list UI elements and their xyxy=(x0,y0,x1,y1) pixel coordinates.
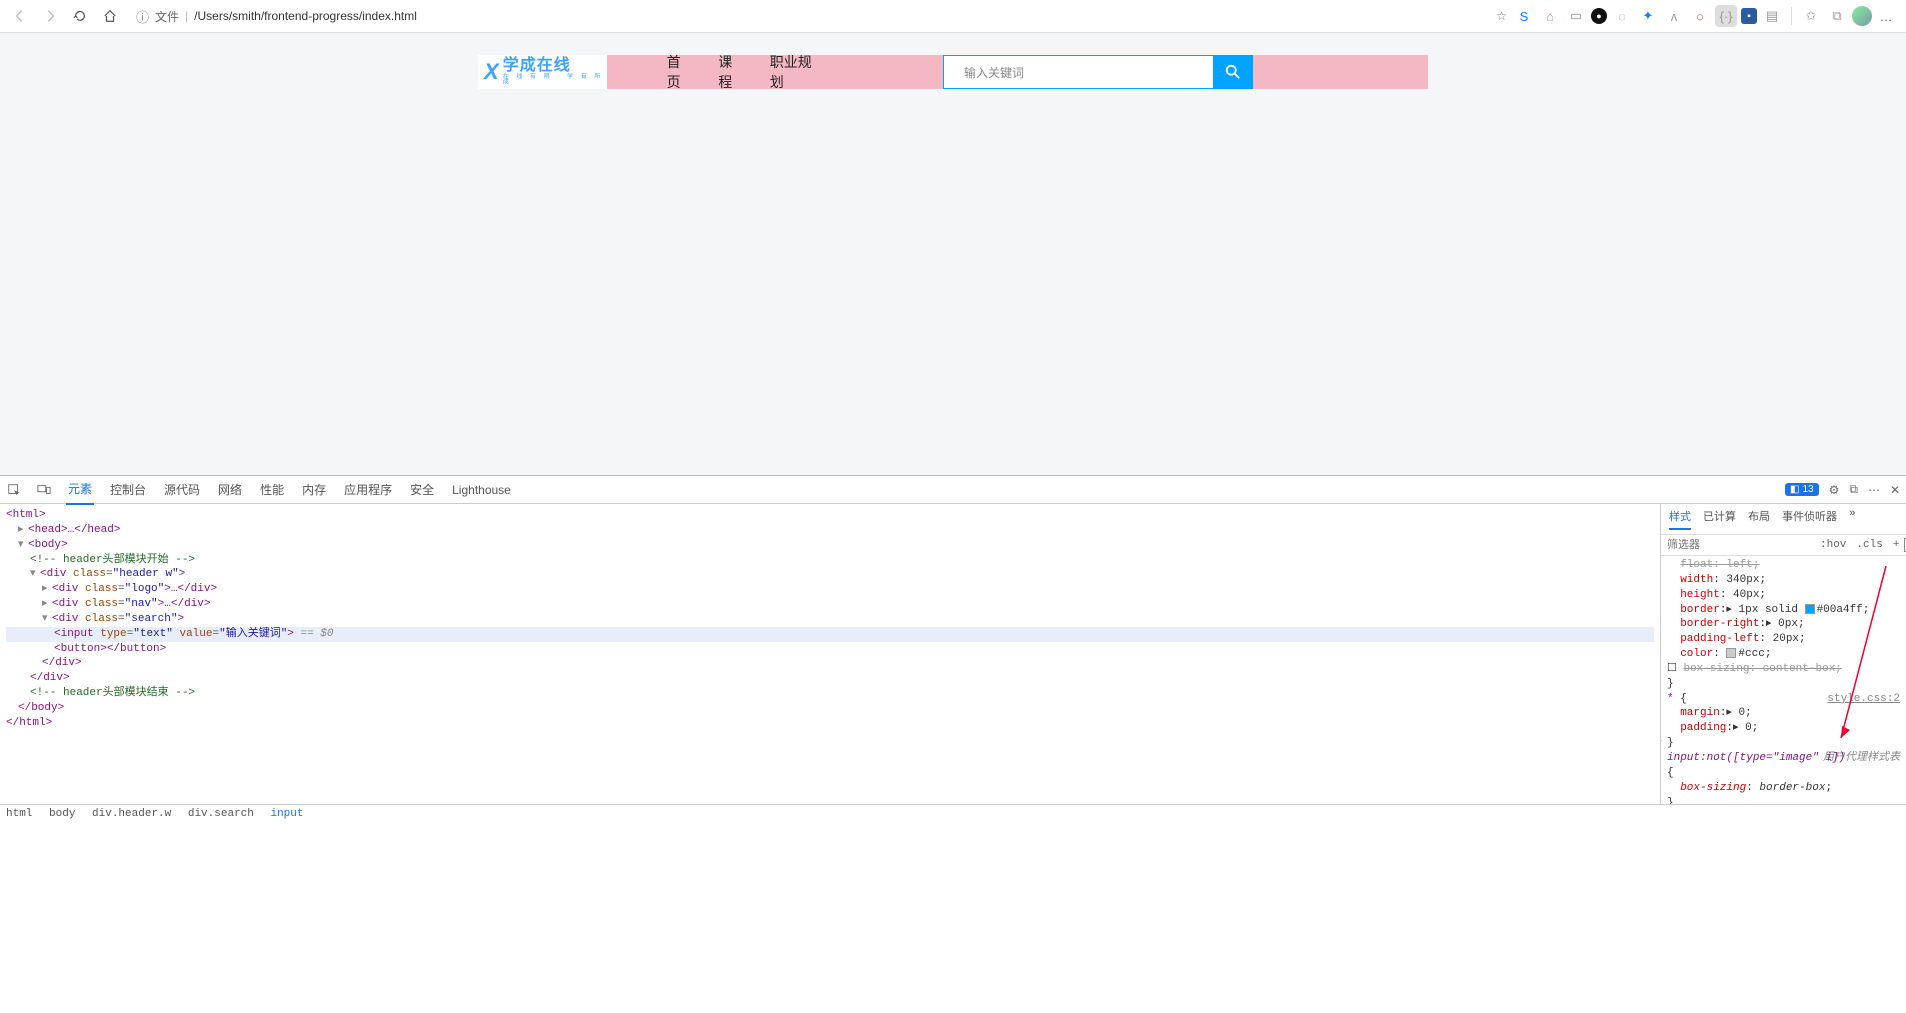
dom-comment-end: <!-- header头部模块结束 --> xyxy=(30,687,195,699)
dom-dollar0: == $0 xyxy=(294,628,334,640)
collections-icon[interactable]: ⧉ xyxy=(1826,5,1848,27)
crumb-input[interactable]: input xyxy=(270,808,303,820)
device-icon[interactable] xyxy=(36,482,52,498)
nav-home[interactable]: 首页 xyxy=(667,52,689,92)
ext-icon-3[interactable]: ▭ xyxy=(1565,5,1587,27)
info-icon: ⓘ xyxy=(136,7,149,26)
ext-icon-5[interactable]: ◌ xyxy=(1611,5,1633,27)
hov-toggle[interactable]: :hov xyxy=(1815,537,1851,553)
search-input[interactable] xyxy=(943,55,1213,89)
devtools: 元素 控制台 源代码 网络 性能 内存 应用程序 安全 Lighthouse ◧… xyxy=(0,475,1906,823)
settings-icon[interactable]: ⚙ xyxy=(1829,483,1840,497)
logo-text: 学成在线 在 线 有 限 · 学 有 所 成 xyxy=(503,58,607,86)
toolbar-divider xyxy=(1791,7,1792,25)
url-file-label: 文件 xyxy=(155,8,179,25)
logo-mark-icon: X xyxy=(484,59,499,85)
search-button[interactable] xyxy=(1213,55,1253,89)
tab-security[interactable]: 安全 xyxy=(408,475,436,504)
logo-sub-text: 在 线 有 限 · 学 有 所 成 xyxy=(503,75,607,86)
nav-course[interactable]: 课程 xyxy=(718,52,740,92)
url-separator: | xyxy=(185,9,188,23)
cls-toggle[interactable]: .cls xyxy=(1851,537,1887,553)
search xyxy=(943,55,1253,89)
devtools-body: <html> ▸<head>…</head> ▾<body> <!-- head… xyxy=(0,504,1906,804)
forward-button[interactable] xyxy=(38,4,62,28)
tab-styles[interactable]: 样式 xyxy=(1669,508,1691,530)
tab-listeners[interactable]: 事件侦听器 xyxy=(1782,508,1837,530)
dom-comment-start: <!-- header头部模块开始 --> xyxy=(30,554,195,566)
ext-icon-6[interactable]: ✦ xyxy=(1637,5,1659,27)
logo[interactable]: X 学成在线 在 线 有 限 · 学 有 所 成 xyxy=(478,55,607,89)
devtools-tabs: 元素 控制台 源代码 网络 性能 内存 应用程序 安全 Lighthouse ◧… xyxy=(0,476,1906,504)
url-text: /Users/smith/frontend-progress/index.htm… xyxy=(194,9,417,23)
new-rule-icon[interactable]: + xyxy=(1888,537,1905,553)
crumb-search[interactable]: div.search xyxy=(188,808,254,820)
ext-icon-2[interactable]: ⌂ xyxy=(1539,5,1561,27)
crumb-header[interactable]: div.header.w xyxy=(92,808,171,820)
ext-icon-9[interactable]: {·} xyxy=(1715,5,1737,27)
crumb-html[interactable]: html xyxy=(6,808,32,820)
more-tabs-icon[interactable]: » xyxy=(1849,508,1856,530)
tab-lighthouse[interactable]: Lighthouse xyxy=(450,477,513,503)
dock-icon[interactable]: ⧉ xyxy=(1849,482,1858,497)
styles-rules[interactable]: float: left; width: 340px; height: 40px;… xyxy=(1661,556,1906,804)
tab-sources[interactable]: 源代码 xyxy=(162,475,202,504)
tab-console[interactable]: 控制台 xyxy=(108,475,148,504)
dom-selected-input[interactable]: <input type="text" value="输入关键词"> == $0 xyxy=(6,627,1654,642)
styles-tabs: 样式 已计算 布局 事件侦听器 » xyxy=(1661,504,1906,535)
styles-filter-row: :hov .cls + ◪ xyxy=(1661,535,1906,556)
more-icon[interactable]: ⋯ xyxy=(1868,483,1880,497)
page-header: X 学成在线 在 线 有 限 · 学 有 所 成 首页 课程 职业规划 xyxy=(478,55,1428,89)
profile-avatar[interactable] xyxy=(1852,6,1872,26)
home-button[interactable] xyxy=(98,4,122,28)
style-source-link[interactable]: style.css:2 xyxy=(1827,692,1900,707)
tab-performance[interactable]: 性能 xyxy=(258,475,286,504)
tab-application[interactable]: 应用程序 xyxy=(342,475,394,504)
close-icon[interactable]: ✕ xyxy=(1890,483,1900,497)
ext-icon-4[interactable]: ● xyxy=(1591,8,1607,24)
tab-memory[interactable]: 内存 xyxy=(300,475,328,504)
more-menu-icon[interactable]: … xyxy=(1876,5,1898,27)
ext-icon-7[interactable]: ᴧ xyxy=(1663,5,1685,27)
search-icon xyxy=(1224,63,1242,81)
nav-career[interactable]: 职业规划 xyxy=(770,52,813,92)
tab-layout[interactable]: 布局 xyxy=(1748,508,1770,530)
tab-elements[interactable]: 元素 xyxy=(66,474,94,505)
dom-breadcrumb[interactable]: html body div.header.w div.search input xyxy=(0,804,1906,823)
ext-icon-11[interactable]: ▤ xyxy=(1761,5,1783,27)
page-viewport: X 学成在线 在 线 有 限 · 学 有 所 成 首页 课程 职业规划 xyxy=(0,33,1906,475)
tab-network[interactable]: 网络 xyxy=(216,475,244,504)
styles-panel: 样式 已计算 布局 事件侦听器 » :hov .cls + ◪ float: l… xyxy=(1660,504,1906,804)
browser-toolbar: ⓘ 文件 | /Users/smith/frontend-progress/in… xyxy=(0,0,1906,33)
styles-filter-input[interactable] xyxy=(1661,535,1815,555)
crumb-body[interactable]: body xyxy=(49,808,75,820)
back-button[interactable] xyxy=(8,4,32,28)
ua-selector-1: input:not([type="image" i]) xyxy=(1667,752,1845,764)
reload-button[interactable] xyxy=(68,4,92,28)
nav: 首页 课程 职业规划 xyxy=(607,52,853,92)
favorite-icon[interactable]: ☆ xyxy=(1496,9,1507,23)
error-badge[interactable]: ◧ 13 xyxy=(1785,483,1819,496)
error-count: 13 xyxy=(1802,484,1813,495)
ext-icon-1[interactable]: S xyxy=(1513,5,1535,27)
tab-computed[interactable]: 已计算 xyxy=(1703,508,1736,530)
logo-main-text: 学成在线 xyxy=(503,58,607,74)
url-bar[interactable]: ⓘ 文件 | /Users/smith/frontend-progress/in… xyxy=(128,3,1490,29)
favorites-star-icon[interactable]: ✩ xyxy=(1800,5,1822,27)
elements-panel[interactable]: <html> ▸<head>…</head> ▾<body> <!-- head… xyxy=(0,504,1660,804)
inspect-icon[interactable] xyxy=(6,482,22,498)
ext-icon-8[interactable]: ○ xyxy=(1689,5,1711,27)
extension-icons: S ⌂ ▭ ● ◌ ✦ ᴧ ○ {·} ▪ ▤ ✩ ⧉ … xyxy=(1513,5,1898,27)
ext-icon-10[interactable]: ▪ xyxy=(1741,8,1757,24)
